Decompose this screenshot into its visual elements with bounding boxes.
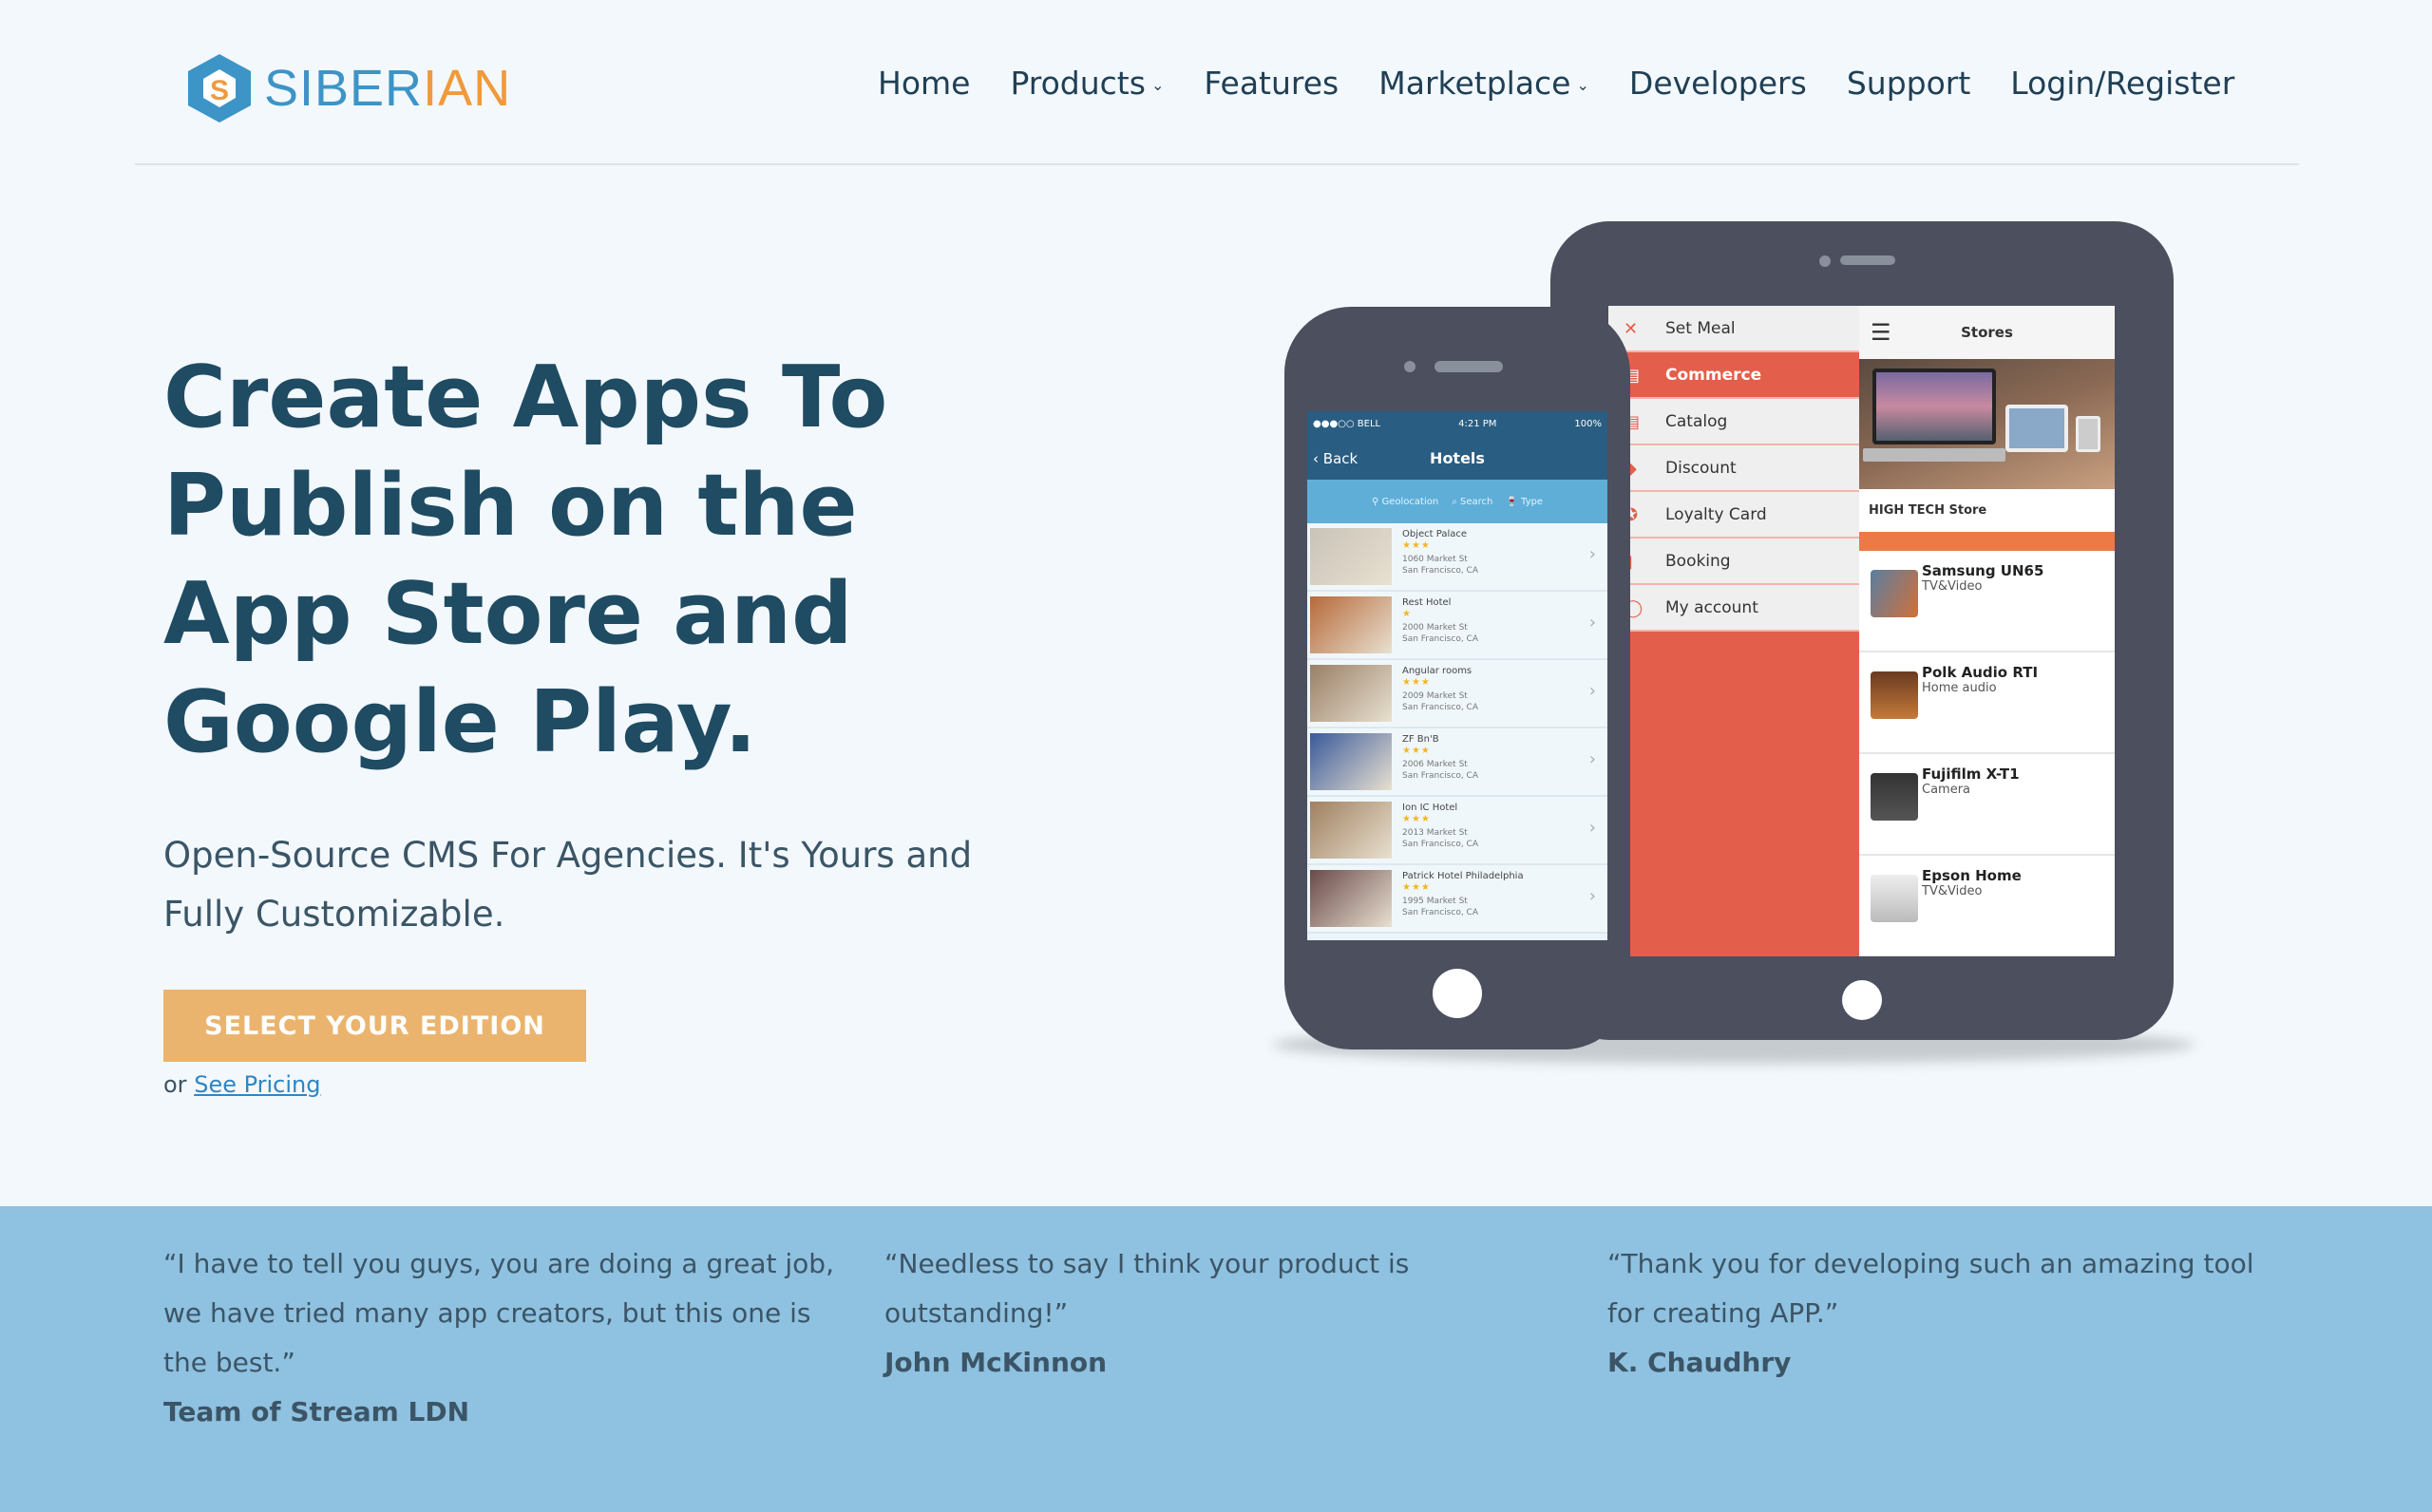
cutlery-icon: ✕ xyxy=(1624,318,1639,339)
stores-header: ☰ Stores xyxy=(1859,306,2115,359)
menu-item[interactable]: ◯ My account xyxy=(1608,585,1859,632)
product-thumbnail xyxy=(1871,773,1918,821)
filter-search[interactable]: ⌕ Search xyxy=(1452,497,1492,507)
select-edition-button[interactable]: SELECT YOUR EDITION xyxy=(163,990,586,1062)
phone-speaker xyxy=(1434,361,1503,372)
phone-screen: ●●●○○ BELL 4:21 PM 100% ‹ Back Hotels ⚲ Geo… xyxy=(1307,411,1607,940)
or-text: or xyxy=(163,1071,187,1098)
hotel-row[interactable]: ZF Bn'B ★★★ 2006 Market St San Francisco, C… xyxy=(1307,728,1607,797)
testimonial: “I have to tell you guys, you are doing … xyxy=(163,1239,847,1437)
nav-support[interactable]: Support xyxy=(1847,65,1970,102)
testimonial-author: K. Chaudhry xyxy=(1607,1347,1792,1378)
main-nav: Home Products ⌄ Features Marketplace ⌄ Dev… xyxy=(878,65,2234,102)
pricing-line: or See Pricing xyxy=(163,1071,321,1098)
star-rating: ★★★ xyxy=(1402,540,1431,551)
filter-bar: ⚲ Geolocation ⌕ Search 🍷 Type xyxy=(1307,480,1607,523)
chevron-right-icon: › xyxy=(1588,818,1596,838)
hero-subtitle: Open-Source CMS For Agencies. It's Yours… xyxy=(163,835,973,935)
testimonial-author: John McKinnon xyxy=(884,1347,1108,1378)
pin-icon: ⚲ xyxy=(1372,496,1379,507)
hotel-row[interactable]: Patrick Hotel Philadelphia ★★★ 1995 Market… xyxy=(1307,865,1607,934)
menu-item[interactable]: ◆Discount xyxy=(1608,445,1859,492)
star-rating: ★★★ xyxy=(1402,882,1431,893)
hotel-photo xyxy=(1310,528,1392,585)
tablet-screen: ✕Set Meal▤Commerce▤Catalog◆Discount✪Loya… xyxy=(1608,306,2115,956)
chevron-right-icon: › xyxy=(1588,886,1596,906)
product-item[interactable]: Epson Home TV&Video xyxy=(1859,856,2115,956)
nav-developers[interactable]: Developers xyxy=(1629,65,1807,102)
chevron-right-icon: › xyxy=(1588,613,1596,633)
chevron-down-icon: ⌄ xyxy=(1150,76,1165,94)
testimonial: “Thank you for developing such an amazin… xyxy=(1607,1239,2291,1388)
filter-type[interactable]: 🍷 Type xyxy=(1506,497,1543,507)
product-item[interactable]: Polk Audio RTI Home audio xyxy=(1859,652,2115,754)
header-divider xyxy=(135,163,2299,165)
menu-item[interactable]: ✪ Loyalty Card xyxy=(1608,492,1859,539)
product-thumbnail xyxy=(1871,875,1918,922)
star-rating: ★★★ xyxy=(1402,746,1431,756)
menu-item[interactable]: ▤ Catalog xyxy=(1608,399,1859,445)
product-thumbnail xyxy=(1871,671,1918,719)
logo-text: SIBERIAN xyxy=(264,60,512,117)
menu-item[interactable]: ▤ Commerce xyxy=(1608,352,1859,399)
glass-icon: 🍷 xyxy=(1506,496,1518,507)
store-divider xyxy=(1859,532,2115,551)
hotel-row[interactable]: Angular rooms ★★★ 2009 Market St San Franci… xyxy=(1307,660,1607,728)
chevron-right-icon: › xyxy=(1588,681,1596,701)
hotel-row[interactable]: Rest Hotel ★ 2000 Market St San Francisco, … xyxy=(1307,592,1607,660)
tablet-home-button xyxy=(1842,980,1882,1020)
back-button[interactable]: ‹ Back xyxy=(1313,450,1358,467)
status-bar: ●●●○○ BELL 4:21 PM 100% xyxy=(1307,411,1607,437)
nav-features[interactable]: Features xyxy=(1204,65,1339,102)
hotel-row[interactable]: Object Palace ★★★ 1060 Market St San Franci… xyxy=(1307,523,1607,592)
nav-home[interactable]: Home xyxy=(878,65,970,102)
nav-login-register[interactable]: Login/Register xyxy=(2010,65,2234,102)
svg-text:S: S xyxy=(210,75,229,106)
star-rating: ★ xyxy=(1402,609,1412,619)
phone-navbar: ‹ Back Hotels xyxy=(1307,437,1607,480)
search-icon: ⌕ xyxy=(1452,496,1457,507)
product-thumbnail xyxy=(1871,570,1918,617)
chevron-down-icon: ⌄ xyxy=(1576,76,1589,94)
nav-products[interactable]: Products ⌄ xyxy=(1010,65,1164,102)
hotel-photo xyxy=(1310,870,1392,927)
hamburger-icon[interactable]: ☰ xyxy=(1871,319,1891,346)
testimonial-author: Team of Stream LDN xyxy=(163,1396,470,1427)
nav-marketplace[interactable]: Marketplace ⌄ xyxy=(1378,65,1589,102)
see-pricing-link[interactable]: See Pricing xyxy=(194,1071,320,1098)
store-banner-image xyxy=(1859,359,2115,489)
hero-title: Create Apps To Publish on the App Store … xyxy=(163,348,888,772)
hotel-photo xyxy=(1310,665,1392,722)
chevron-right-icon: › xyxy=(1588,544,1596,564)
menu-item[interactable]: ▮Booking xyxy=(1608,539,1859,585)
product-item[interactable]: Samsung UN65 TV&Video xyxy=(1859,551,2115,652)
tablet-speaker xyxy=(1840,255,1895,265)
hotel-photo xyxy=(1310,802,1392,859)
product-item[interactable]: Fujifilm X-T1 Camera xyxy=(1859,754,2115,856)
hotel-row[interactable]: Ion IC Hotel ★★★ 2013 Market St San Francis… xyxy=(1307,797,1607,865)
testimonial: “Needless to say I think your product is… xyxy=(884,1239,1568,1388)
app-menu: ✕Set Meal▤Commerce▤Catalog◆Discount✪Loya… xyxy=(1608,306,1859,632)
stores-panel: ☰ Stores HIGH TECH Store Samsung UN65 TV&V… xyxy=(1859,306,2115,956)
star-rating: ★★★ xyxy=(1402,677,1431,688)
hotel-photo xyxy=(1310,596,1392,653)
menu-item[interactable]: ✕ Set Meal xyxy=(1608,306,1859,352)
logo[interactable]: S SIBERIAN xyxy=(186,52,511,124)
tablet-camera xyxy=(1819,255,1831,267)
filter-geolocation[interactable]: ⚲ Geolocation xyxy=(1372,497,1438,507)
store-name: HIGH TECH Store xyxy=(1869,503,1987,518)
star-rating: ★★★ xyxy=(1402,814,1431,824)
siberian-logo-icon: S xyxy=(188,54,251,123)
phone-camera xyxy=(1404,361,1416,372)
hotel-photo xyxy=(1310,733,1392,790)
phone-home-button xyxy=(1433,969,1482,1018)
chevron-right-icon: › xyxy=(1588,749,1596,769)
